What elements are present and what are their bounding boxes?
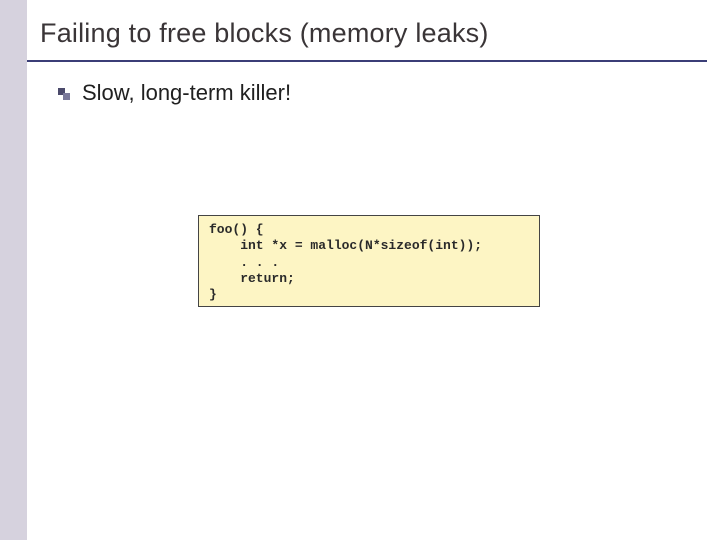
code-line: return;: [209, 271, 295, 286]
slide-title: Failing to free blocks (memory leaks): [40, 18, 489, 49]
title-divider: [27, 60, 707, 62]
left-accent-band: [0, 0, 27, 540]
code-line: }: [209, 287, 217, 302]
code-line: int *x = malloc(N*sizeof(int));: [209, 238, 482, 253]
bullet-icon: [58, 88, 70, 100]
code-line: foo() {: [209, 222, 264, 237]
code-line: . . .: [209, 255, 279, 270]
bullet-text: Slow, long-term killer!: [82, 80, 291, 106]
bullet-item: Slow, long-term killer!: [58, 80, 291, 106]
slide: Failing to free blocks (memory leaks) Sl…: [0, 0, 720, 540]
code-block: foo() { int *x = malloc(N*sizeof(int)); …: [198, 215, 540, 307]
